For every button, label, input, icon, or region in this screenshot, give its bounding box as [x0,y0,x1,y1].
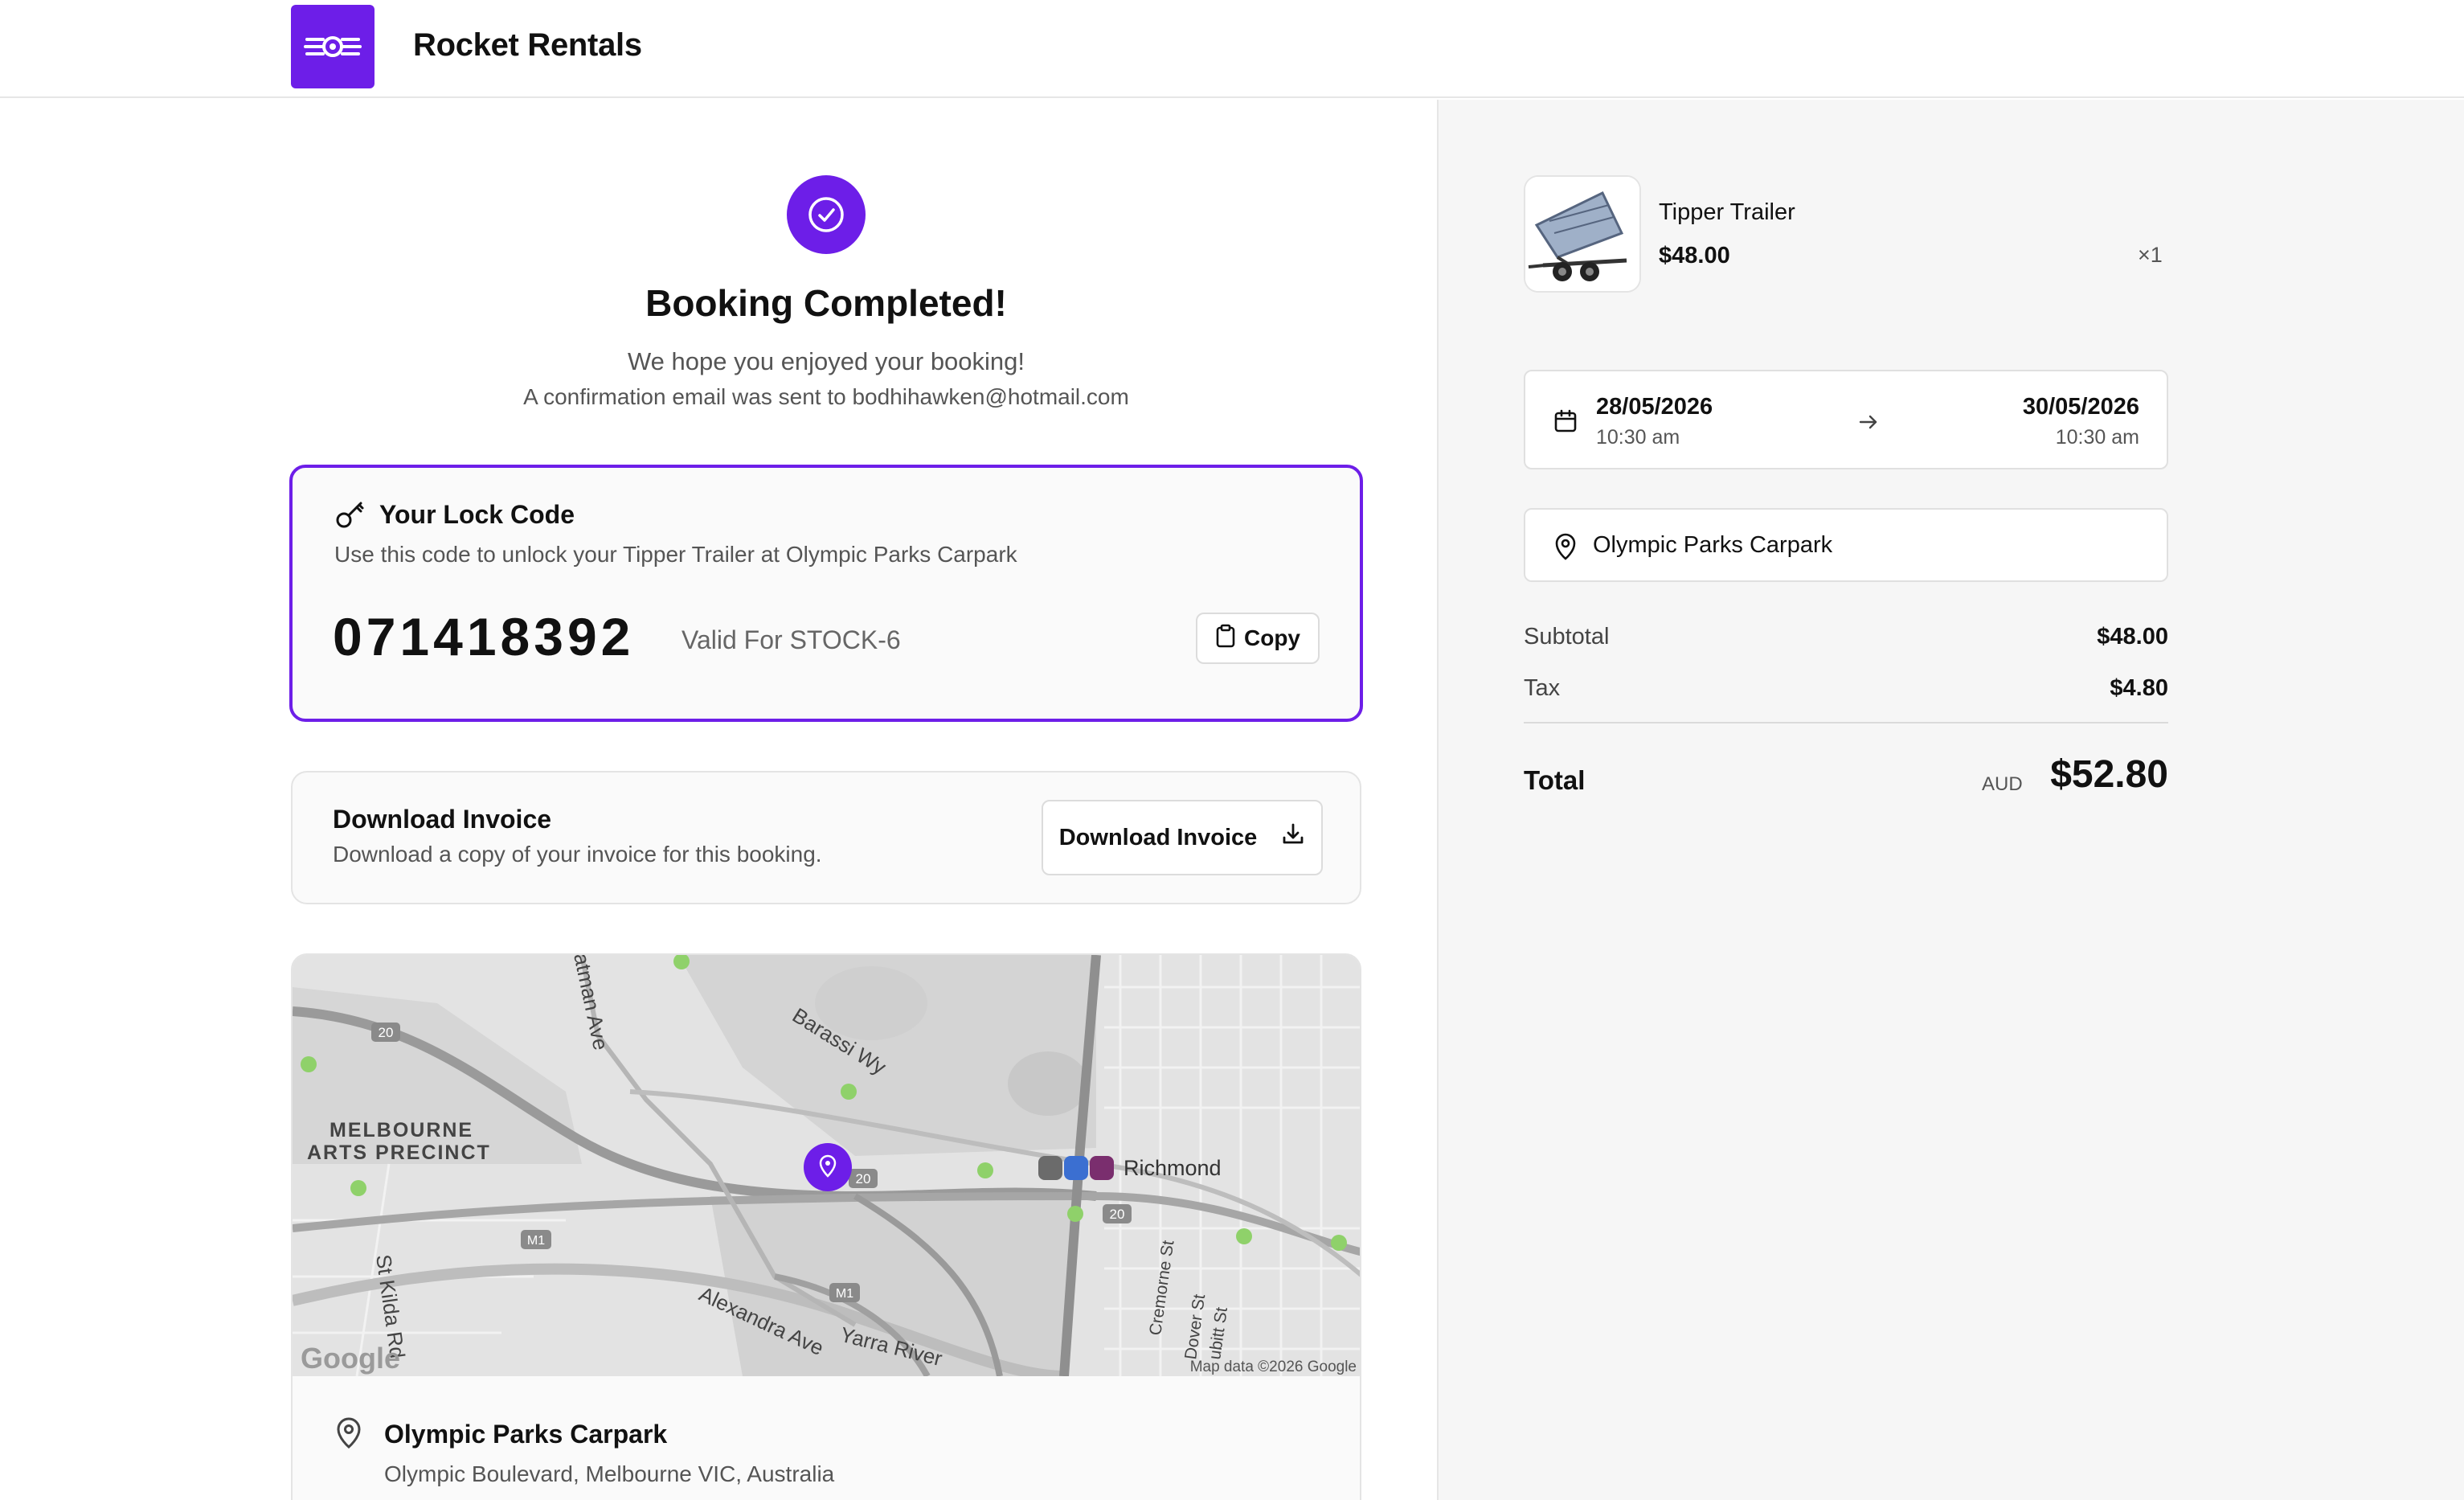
pickup-location-card: Olympic Parks Carpark [1524,508,2168,582]
arrow-right-icon [1856,410,1881,434]
invoice-title: Download Invoice [333,805,552,834]
lock-code-value: 071418392 [333,607,635,666]
brand-name[interactable]: Rocket Rentals [413,27,642,64]
booking-dates-card: 28/05/2026 10:30 am 30/05/2026 10:30 am [1524,370,2168,469]
start-date: 28/05/2026 [1596,394,1713,420]
download-invoice-button[interactable]: Download Invoice [1042,800,1323,875]
rocket-logo-icon[interactable] [291,5,375,88]
tax-label: Tax [1524,675,1561,701]
map-label-precinct-1: MELBOURNE [329,1119,473,1141]
map-location-address: Olympic Boulevard, Melbourne VIC, Austra… [384,1461,835,1486]
lock-code-description: Use this code to unlock your Tipper Trai… [334,542,1017,567]
invoice-card: Download Invoice Download a copy of your… [291,771,1361,904]
total-currency: AUD [1982,773,2023,795]
start-time: 10:30 am [1596,426,1680,449]
download-icon [1281,822,1305,853]
subtotal-value: $48.00 [2097,624,2168,650]
route-m1-label-1: M1 [527,1234,545,1248]
map-pin-icon [334,1416,363,1449]
end-time: 10:30 am [2055,426,2139,449]
check-circle-icon [787,175,866,254]
lock-code-title: Your Lock Code [379,500,575,529]
key-icon [334,498,366,531]
order-summary-panel [1437,100,2464,1500]
end-date: 30/05/2026 [2022,394,2139,420]
google-logo: Google [301,1342,400,1375]
download-invoice-label: Download Invoice [1058,824,1258,850]
lock-code-card: Your Lock Code Use this code to unlock y… [289,465,1363,722]
route-20-label-2: 20 [856,1171,871,1186]
app-header: Rocket Rentals [0,0,2464,98]
map-attribution: Map data ©2026 Google [1190,1359,1357,1375]
item-name: Tipper Trailer [1659,199,1795,225]
subtotal-label: Subtotal [1524,624,1610,650]
lock-code-validity: Valid For STOCK-6 [681,625,901,654]
route-20-label-3: 20 [1110,1207,1125,1222]
route-20-label-1: 20 [379,1025,394,1040]
trailer-thumbnail [1524,175,1641,293]
copy-button[interactable]: Copy [1196,613,1320,664]
location-map-card: 20 20 20 M1 M1 MELBOURNE ARTS PRECINCT B… [291,953,1361,1500]
total-label: Total [1524,765,1586,795]
total-value: $52.80 [2050,753,2168,796]
confirmation-email-text: A confirmation email was sent to bodhiha… [523,384,1129,409]
tax-value: $4.80 [2110,675,2168,701]
map-pin-icon [1553,532,1578,561]
invoice-description: Download a copy of your invoice for this… [333,842,822,867]
copy-button-label: Copy [1244,625,1300,650]
map-label-precinct-2: ARTS PRECINCT [307,1141,491,1164]
calendar-icon [1553,408,1578,434]
pickup-location-name: Olympic Parks Carpark [1593,532,1833,558]
page-subtitle: We hope you enjoyed your booking! [627,347,1025,375]
item-price: $48.00 [1659,243,1730,268]
page-title: Booking Completed! [645,282,1007,324]
summary-divider [1524,722,2168,723]
item-quantity: ×1 [2138,243,2163,267]
map-pin-icon[interactable] [804,1143,852,1191]
map-label-richmond: Richmond [1124,1156,1222,1180]
location-map[interactable]: 20 20 20 M1 M1 MELBOURNE ARTS PRECINCT B… [293,955,1360,1382]
map-location-name: Olympic Parks Carpark [384,1420,668,1449]
clipboard-icon [1215,624,1236,654]
route-m1-label-2: M1 [836,1287,853,1301]
